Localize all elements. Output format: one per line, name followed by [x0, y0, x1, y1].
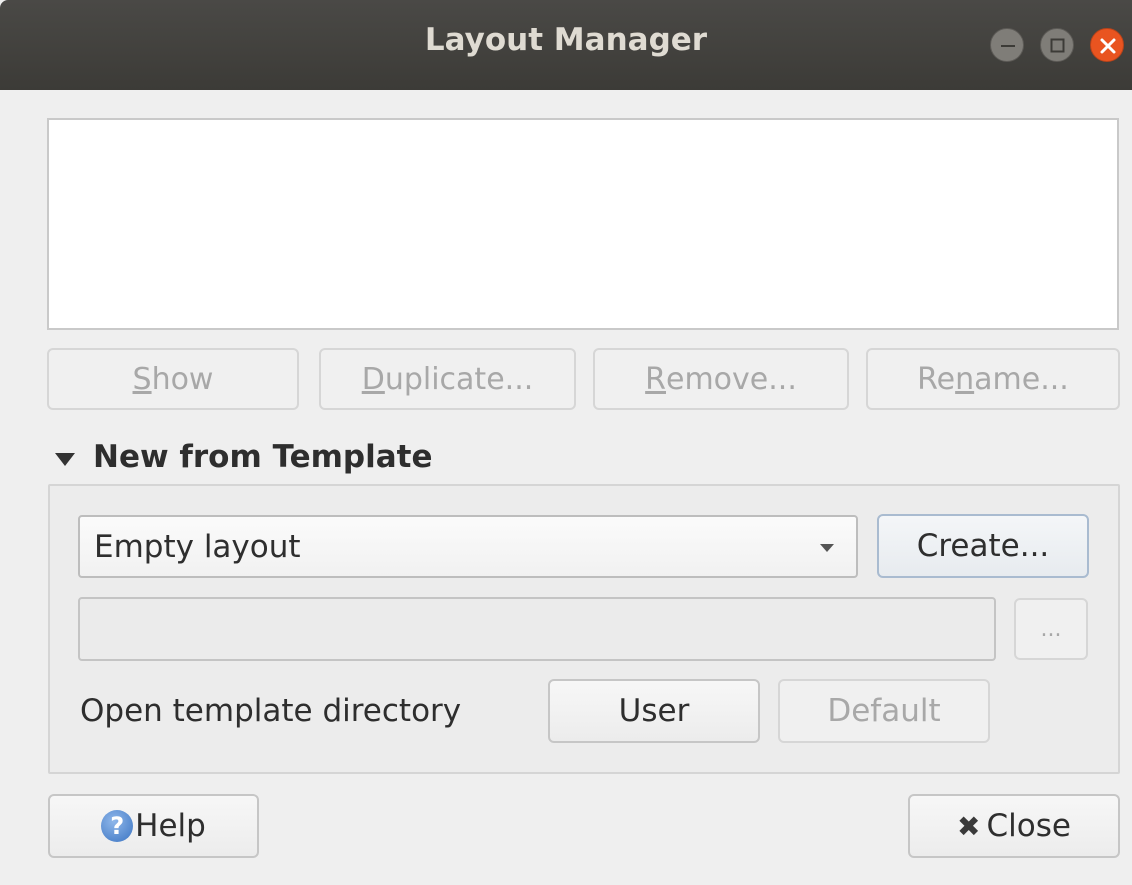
remove-button[interactable]: Remove...: [593, 348, 849, 410]
minimize-button[interactable]: [990, 28, 1024, 62]
close-button-label: Close: [986, 808, 1071, 844]
collapse-triangle-icon: [55, 452, 75, 466]
rename-label-prefix: Re: [917, 361, 956, 397]
rename-label-suffix: ame...: [974, 361, 1069, 397]
help-icon: ?: [101, 810, 134, 842]
user-button[interactable]: User: [548, 679, 760, 743]
browse-button[interactable]: ...: [1014, 598, 1088, 660]
rename-button[interactable]: Re n ame...: [866, 348, 1120, 410]
layout-manager-dialog: Layout Manager Show Duplicate... Remove.…: [0, 0, 1132, 885]
remove-label-suffix: emove...: [666, 361, 797, 397]
default-button-label: Default: [827, 693, 941, 729]
show-label-suffix: how: [151, 361, 214, 397]
layouts-list[interactable]: [47, 118, 1119, 330]
close-x-icon: ✖: [957, 809, 981, 843]
default-button[interactable]: Default: [778, 679, 990, 743]
window-title: Layout Manager: [424, 22, 708, 58]
template-select-value: Empty layout: [94, 528, 301, 565]
show-button[interactable]: Show: [47, 348, 299, 410]
new-from-template-toggle[interactable]: New from Template: [55, 432, 433, 482]
maximize-icon: [1050, 38, 1065, 53]
chevron-down-icon: [820, 544, 834, 552]
title-bar[interactable]: Layout Manager: [0, 0, 1132, 90]
duplicate-label-suffix: uplicate...: [384, 361, 534, 397]
template-select[interactable]: Empty layout: [78, 515, 858, 578]
template-path-field[interactable]: [78, 597, 996, 661]
remove-label-mnemonic: R: [645, 361, 666, 397]
create-button-label: Create...: [916, 528, 1050, 564]
close-button[interactable]: ✖ Close: [908, 794, 1120, 858]
create-button[interactable]: Create...: [877, 514, 1089, 578]
show-label-mnemonic: S: [132, 361, 152, 397]
minimize-icon: [1001, 45, 1015, 47]
close-icon: [1100, 38, 1116, 54]
section-title: New from Template: [93, 439, 433, 475]
window-close-button[interactable]: [1090, 28, 1124, 62]
help-button-label: Help: [135, 808, 206, 844]
browse-button-label: ...: [1040, 616, 1062, 642]
help-button[interactable]: ? Help: [48, 794, 259, 858]
duplicate-label-mnemonic: D: [361, 361, 385, 397]
maximize-button[interactable]: [1040, 28, 1074, 62]
duplicate-button[interactable]: Duplicate...: [319, 348, 576, 410]
open-template-directory-label: Open template directory: [80, 693, 462, 729]
user-button-label: User: [618, 693, 690, 729]
rename-label-mnemonic: n: [955, 361, 975, 397]
